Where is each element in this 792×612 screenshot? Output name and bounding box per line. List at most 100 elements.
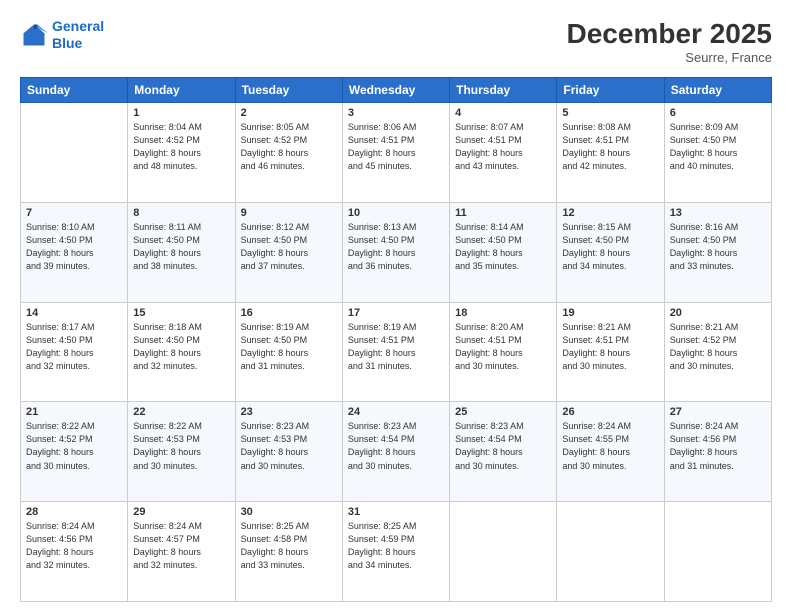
calendar-cell: 4 Sunrise: 8:07 AM Sunset: 4:51 PM Daylig… xyxy=(450,103,557,203)
day-number: 23 xyxy=(241,406,337,418)
day-number: 3 xyxy=(348,107,444,119)
cell-content: Sunrise: 8:08 AM Sunset: 4:51 PM Dayligh… xyxy=(562,121,658,173)
day-number: 17 xyxy=(348,307,444,319)
calendar-header-row: SundayMondayTuesdayWednesdayThursdayFrid… xyxy=(21,78,772,103)
cell-content: Sunrise: 8:21 AM Sunset: 4:51 PM Dayligh… xyxy=(562,321,658,373)
day-number: 21 xyxy=(26,406,122,418)
location-subtitle: Seurre, France xyxy=(567,50,772,65)
calendar-cell: 25 Sunrise: 8:23 AM Sunset: 4:54 PM Dayli… xyxy=(450,402,557,502)
calendar-cell: 26 Sunrise: 8:24 AM Sunset: 4:55 PM Dayli… xyxy=(557,402,664,502)
calendar-cell: 3 Sunrise: 8:06 AM Sunset: 4:51 PM Daylig… xyxy=(342,103,449,203)
day-number: 18 xyxy=(455,307,551,319)
cell-content: Sunrise: 8:04 AM Sunset: 4:52 PM Dayligh… xyxy=(133,121,229,173)
calendar-cell xyxy=(557,502,664,602)
cell-content: Sunrise: 8:24 AM Sunset: 4:56 PM Dayligh… xyxy=(26,520,122,572)
calendar-cell: 6 Sunrise: 8:09 AM Sunset: 4:50 PM Daylig… xyxy=(664,103,771,203)
calendar-cell: 14Sunrise: 8:17 AM Sunset: 4:50 PM Dayli… xyxy=(21,302,128,402)
calendar-cell: 27Sunrise: 8:24 AM Sunset: 4:56 PM Dayli… xyxy=(664,402,771,502)
week-row-1: 7 Sunrise: 8:10 AM Sunset: 4:50 PM Daylig… xyxy=(21,202,772,302)
day-number: 29 xyxy=(133,506,229,518)
cell-content: Sunrise: 8:10 AM Sunset: 4:50 PM Dayligh… xyxy=(26,221,122,273)
calendar-cell: 2Sunrise: 8:05 AM Sunset: 4:52 PM Daylig… xyxy=(235,103,342,203)
cell-content: Sunrise: 8:07 AM Sunset: 4:51 PM Dayligh… xyxy=(455,121,551,173)
col-header-thursday: Thursday xyxy=(450,78,557,103)
calendar-cell: 7 Sunrise: 8:10 AM Sunset: 4:50 PM Daylig… xyxy=(21,202,128,302)
col-header-tuesday: Tuesday xyxy=(235,78,342,103)
cell-content: Sunrise: 8:25 AM Sunset: 4:58 PM Dayligh… xyxy=(241,520,337,572)
cell-content: Sunrise: 8:16 AM Sunset: 4:50 PM Dayligh… xyxy=(670,221,766,273)
week-row-4: 28 Sunrise: 8:24 AM Sunset: 4:56 PM Dayli… xyxy=(21,502,772,602)
title-block: December 2025 Seurre, France xyxy=(567,18,772,65)
day-number: 10 xyxy=(348,207,444,219)
day-number: 24 xyxy=(348,406,444,418)
calendar-cell: 23 Sunrise: 8:23 AM Sunset: 4:53 PM Dayli… xyxy=(235,402,342,502)
calendar-table: SundayMondayTuesdayWednesdayThursdayFrid… xyxy=(20,77,772,602)
day-number: 26 xyxy=(562,406,658,418)
col-header-wednesday: Wednesday xyxy=(342,78,449,103)
calendar-cell: 12 Sunrise: 8:15 AM Sunset: 4:50 PM Dayli… xyxy=(557,202,664,302)
calendar-cell: 17Sunrise: 8:19 AM Sunset: 4:51 PM Dayli… xyxy=(342,302,449,402)
day-number: 20 xyxy=(670,307,766,319)
calendar-cell: 21Sunrise: 8:22 AM Sunset: 4:52 PM Dayli… xyxy=(21,402,128,502)
day-number: 6 xyxy=(670,107,766,119)
day-number: 19 xyxy=(562,307,658,319)
page: General Blue December 2025 Seurre, Franc… xyxy=(0,0,792,612)
calendar-cell: 20 Sunrise: 8:21 AM Sunset: 4:52 PM Dayli… xyxy=(664,302,771,402)
day-number: 4 xyxy=(455,107,551,119)
day-number: 16 xyxy=(241,307,337,319)
day-number: 9 xyxy=(241,207,337,219)
month-title: December 2025 xyxy=(567,18,772,50)
cell-content: Sunrise: 8:09 AM Sunset: 4:50 PM Dayligh… xyxy=(670,121,766,173)
cell-content: Sunrise: 8:25 AM Sunset: 4:59 PM Dayligh… xyxy=(348,520,444,572)
cell-content: Sunrise: 8:23 AM Sunset: 4:54 PM Dayligh… xyxy=(348,420,444,472)
cell-content: Sunrise: 8:24 AM Sunset: 4:55 PM Dayligh… xyxy=(562,420,658,472)
logo-line1: General xyxy=(52,18,104,34)
day-number: 25 xyxy=(455,406,551,418)
calendar-cell: 1 Sunrise: 8:04 AM Sunset: 4:52 PM Daylig… xyxy=(128,103,235,203)
calendar-cell: 13Sunrise: 8:16 AM Sunset: 4:50 PM Dayli… xyxy=(664,202,771,302)
cell-content: Sunrise: 8:12 AM Sunset: 4:50 PM Dayligh… xyxy=(241,221,337,273)
week-row-3: 21Sunrise: 8:22 AM Sunset: 4:52 PM Dayli… xyxy=(21,402,772,502)
calendar-cell: 28 Sunrise: 8:24 AM Sunset: 4:56 PM Dayli… xyxy=(21,502,128,602)
day-number: 12 xyxy=(562,207,658,219)
cell-content: Sunrise: 8:23 AM Sunset: 4:53 PM Dayligh… xyxy=(241,420,337,472)
col-header-sunday: Sunday xyxy=(21,78,128,103)
calendar-cell: 16 Sunrise: 8:19 AM Sunset: 4:50 PM Dayli… xyxy=(235,302,342,402)
calendar-cell: 8 Sunrise: 8:11 AM Sunset: 4:50 PM Daylig… xyxy=(128,202,235,302)
cell-content: Sunrise: 8:23 AM Sunset: 4:54 PM Dayligh… xyxy=(455,420,551,472)
col-header-saturday: Saturday xyxy=(664,78,771,103)
cell-content: Sunrise: 8:19 AM Sunset: 4:50 PM Dayligh… xyxy=(241,321,337,373)
cell-content: Sunrise: 8:15 AM Sunset: 4:50 PM Dayligh… xyxy=(562,221,658,273)
logo-icon xyxy=(20,21,48,49)
day-number: 30 xyxy=(241,506,337,518)
cell-content: Sunrise: 8:13 AM Sunset: 4:50 PM Dayligh… xyxy=(348,221,444,273)
calendar-cell xyxy=(664,502,771,602)
calendar-cell: 10 Sunrise: 8:13 AM Sunset: 4:50 PM Dayli… xyxy=(342,202,449,302)
day-number: 8 xyxy=(133,207,229,219)
day-number: 5 xyxy=(562,107,658,119)
cell-content: Sunrise: 8:06 AM Sunset: 4:51 PM Dayligh… xyxy=(348,121,444,173)
day-number: 1 xyxy=(133,107,229,119)
calendar-cell: 31Sunrise: 8:25 AM Sunset: 4:59 PM Dayli… xyxy=(342,502,449,602)
header: General Blue December 2025 Seurre, Franc… xyxy=(20,18,772,65)
calendar-cell: 11Sunrise: 8:14 AM Sunset: 4:50 PM Dayli… xyxy=(450,202,557,302)
day-number: 7 xyxy=(26,207,122,219)
day-number: 28 xyxy=(26,506,122,518)
calendar-cell: 24 Sunrise: 8:23 AM Sunset: 4:54 PM Dayli… xyxy=(342,402,449,502)
cell-content: Sunrise: 8:18 AM Sunset: 4:50 PM Dayligh… xyxy=(133,321,229,373)
calendar-cell: 30 Sunrise: 8:25 AM Sunset: 4:58 PM Dayli… xyxy=(235,502,342,602)
calendar-cell: 18Sunrise: 8:20 AM Sunset: 4:51 PM Dayli… xyxy=(450,302,557,402)
day-number: 2 xyxy=(241,107,337,119)
cell-content: Sunrise: 8:22 AM Sunset: 4:53 PM Dayligh… xyxy=(133,420,229,472)
cell-content: Sunrise: 8:24 AM Sunset: 4:57 PM Dayligh… xyxy=(133,520,229,572)
calendar-cell: 29 Sunrise: 8:24 AM Sunset: 4:57 PM Dayli… xyxy=(128,502,235,602)
col-header-monday: Monday xyxy=(128,78,235,103)
week-row-2: 14Sunrise: 8:17 AM Sunset: 4:50 PM Dayli… xyxy=(21,302,772,402)
day-number: 22 xyxy=(133,406,229,418)
cell-content: Sunrise: 8:21 AM Sunset: 4:52 PM Dayligh… xyxy=(670,321,766,373)
calendar-cell: 5 Sunrise: 8:08 AM Sunset: 4:51 PM Daylig… xyxy=(557,103,664,203)
cell-content: Sunrise: 8:11 AM Sunset: 4:50 PM Dayligh… xyxy=(133,221,229,273)
logo-line2: Blue xyxy=(52,35,82,51)
cell-content: Sunrise: 8:24 AM Sunset: 4:56 PM Dayligh… xyxy=(670,420,766,472)
day-number: 11 xyxy=(455,207,551,219)
